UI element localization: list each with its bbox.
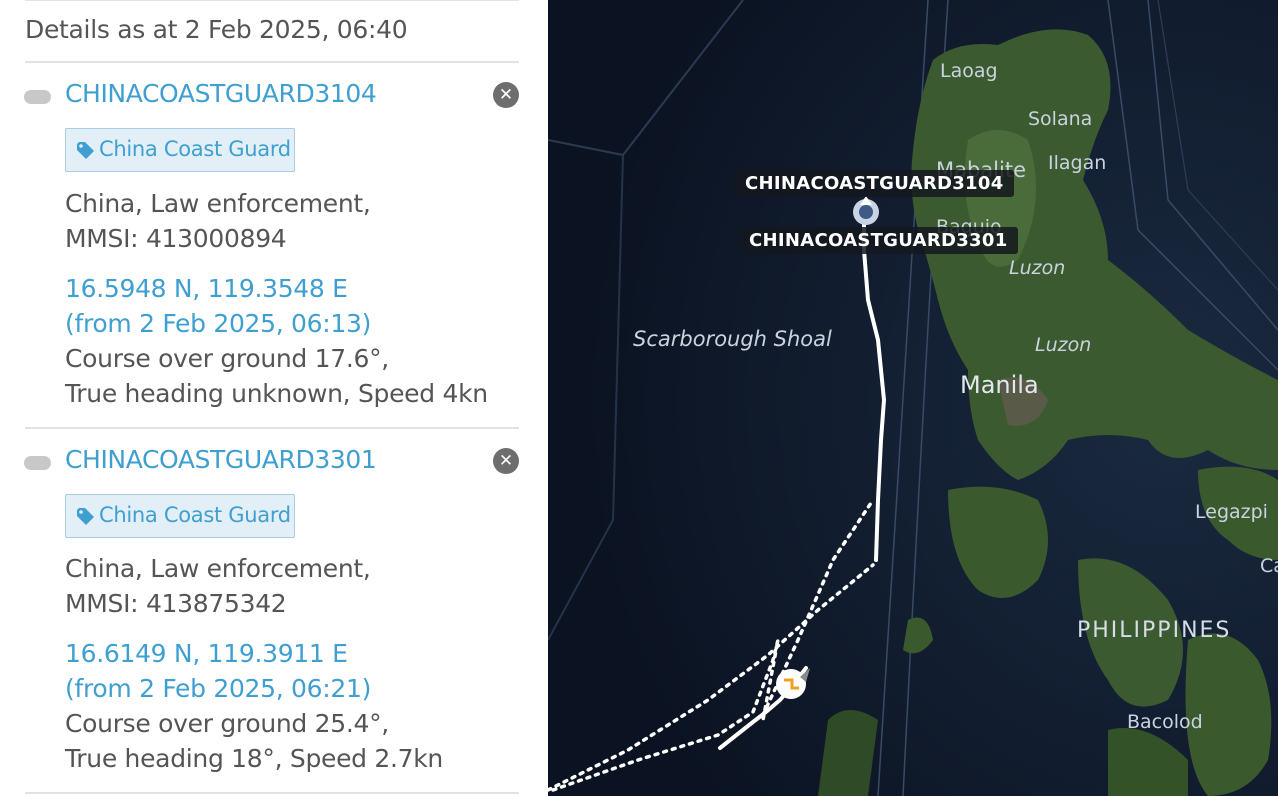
map-label-solana: Solana	[1028, 108, 1093, 130]
vessel-status-pill	[24, 456, 51, 470]
vessel-info: China, Law enforcement,	[65, 554, 371, 583]
vessel-course: Course over ground 17.6°,	[65, 344, 389, 373]
map-label-scarborough-shoal: Scarborough Shoal	[633, 327, 832, 351]
map-label-manila: Manila	[960, 371, 1039, 399]
ship-label-3301[interactable]: CHINACOASTGUARD3301	[739, 227, 1018, 254]
vessel-position-link[interactable]: 16.5948 N, 119.3548 E	[65, 274, 348, 303]
map-label-ilagan: Ilagan	[1048, 152, 1107, 174]
map-label-laoag: Laoag	[940, 60, 998, 82]
vessel-mmsi: MMSI: 413875342	[65, 589, 287, 618]
vessel-course: Course over ground 25.4°,	[65, 709, 389, 738]
map-label-ca: Ca	[1260, 555, 1278, 577]
vessel-position-time[interactable]: (from 2 Feb 2025, 06:21)	[65, 674, 371, 703]
map-label-bacolod: Bacolod	[1127, 711, 1203, 733]
map-label-legazpi: Legazpi	[1195, 501, 1268, 523]
satellite-map[interactable]: Laoag Solana Mabalite Ilagan Baguio Luzo…	[548, 0, 1278, 796]
divider	[25, 792, 519, 794]
map-canvas[interactable]	[548, 0, 1278, 796]
vessel-name-link[interactable]: CHINACOASTGUARD3104	[65, 79, 377, 108]
vessel-position-time[interactable]: (from 2 Feb 2025, 06:13)	[65, 309, 371, 338]
tag-icon	[77, 142, 94, 159]
map-label-luzon: Luzon	[1009, 257, 1066, 279]
details-timestamp: Details as at 2 Feb 2025, 06:40	[25, 15, 408, 44]
close-icon[interactable]: ✕	[493, 82, 519, 108]
top-divider	[25, 0, 519, 1]
divider	[25, 61, 519, 63]
vessel-name-link[interactable]: CHINACOASTGUARD3301	[65, 445, 377, 474]
vessel-heading-speed: True heading unknown, Speed 4kn	[65, 379, 488, 408]
tag-label: China Coast Guard	[99, 137, 291, 161]
map-label-luzon: Luzon	[1035, 334, 1092, 356]
vessel-heading-speed: True heading 18°, Speed 2.7kn	[65, 744, 443, 773]
vessel-status-pill	[24, 90, 51, 104]
vessel-position-link[interactable]: 16.6149 N, 119.3911 E	[65, 639, 348, 668]
close-icon[interactable]: ✕	[493, 448, 519, 474]
vessel-info: China, Law enforcement,	[65, 189, 371, 218]
tag-icon	[77, 508, 94, 525]
tag-label: China Coast Guard	[99, 503, 291, 527]
vessel-tag[interactable]: China Coast Guard	[65, 128, 295, 172]
vessel-details-panel: Details as at 2 Feb 2025, 06:40 CHINACOA…	[0, 0, 548, 796]
map-label-philippines: PHILIPPINES	[1077, 618, 1232, 643]
vessel-mmsi: MMSI: 413000894	[65, 224, 287, 253]
ship-label-3104[interactable]: CHINACOASTGUARD3104	[735, 170, 1014, 197]
divider	[25, 427, 519, 429]
vessel-tag[interactable]: China Coast Guard	[65, 494, 295, 538]
